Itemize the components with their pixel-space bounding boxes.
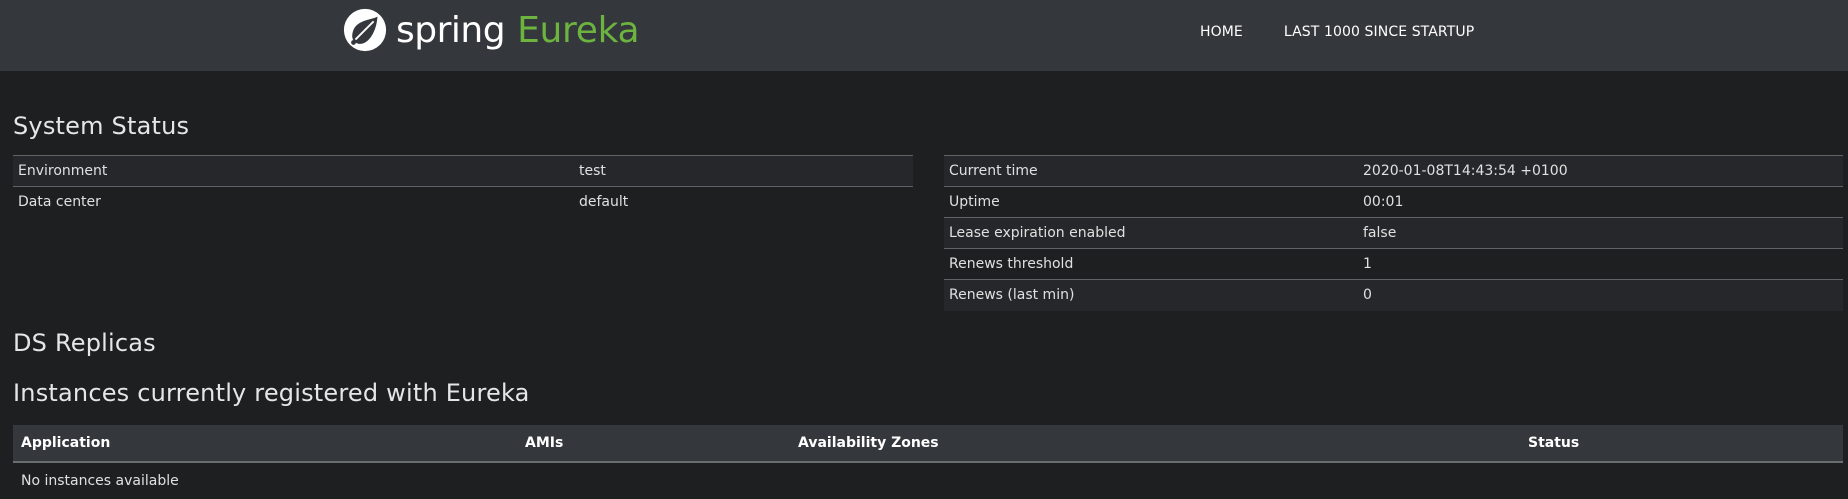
table-row: No instances available	[13, 462, 1843, 498]
table-row: Environment test	[13, 155, 913, 187]
table-row: Current time 2020-01-08T14:43:54 +0100	[944, 155, 1843, 187]
status-key: Environment	[13, 155, 574, 187]
system-status-heading: System Status	[13, 112, 190, 140]
nav-links: HOME LAST 1000 SINCE STARTUP	[1200, 24, 1474, 40]
table-row: Uptime 00:01	[944, 186, 1843, 218]
column-header-availability-zones: Availability Zones	[790, 425, 1520, 463]
brand-eureka-text: Eureka	[517, 9, 640, 51]
status-key: Uptime	[944, 186, 1358, 218]
column-header-amis: AMIs	[517, 425, 790, 463]
system-status-left-table: Environment test Data center default	[13, 155, 913, 218]
status-key: Renews (last min)	[944, 279, 1358, 311]
status-value: test	[574, 155, 913, 187]
ds-replicas-heading: DS Replicas	[13, 329, 156, 357]
instances-heading: Instances currently registered with Eure…	[13, 379, 530, 407]
brand-home-link[interactable]: spring Eureka	[342, 6, 640, 54]
nav-last-1000-link[interactable]: LAST 1000 SINCE STARTUP	[1284, 24, 1474, 40]
status-key: Lease expiration enabled	[944, 217, 1358, 249]
instances-table: Application AMIs Availability Zones Stat…	[13, 425, 1843, 498]
table-row: Renews (last min) 0	[944, 279, 1843, 311]
no-instances-message: No instances available	[13, 462, 1843, 498]
top-navbar: spring Eureka HOME LAST 1000 SINCE START…	[0, 0, 1848, 71]
status-value: 2020-01-08T14:43:54 +0100	[1358, 155, 1843, 187]
table-row: Renews threshold 1	[944, 248, 1843, 280]
status-value: default	[574, 186, 913, 218]
table-header-row: Application AMIs Availability Zones Stat…	[13, 425, 1843, 463]
table-row: Data center default	[13, 186, 913, 218]
status-key: Data center	[13, 186, 574, 218]
system-status-right-table: Current time 2020-01-08T14:43:54 +0100 U…	[944, 155, 1843, 311]
status-value: 1	[1358, 248, 1843, 280]
status-value: 00:01	[1358, 186, 1843, 218]
nav-home-link[interactable]: HOME	[1200, 24, 1243, 40]
spring-leaf-icon	[343, 8, 387, 52]
brand-spring-text: spring	[396, 9, 506, 51]
status-key: Renews threshold	[944, 248, 1358, 280]
status-key: Current time	[944, 155, 1358, 187]
column-header-application: Application	[13, 425, 517, 463]
status-value: false	[1358, 217, 1843, 249]
table-row: Lease expiration enabled false	[944, 217, 1843, 249]
status-value: 0	[1358, 279, 1843, 311]
column-header-status: Status	[1520, 425, 1843, 463]
